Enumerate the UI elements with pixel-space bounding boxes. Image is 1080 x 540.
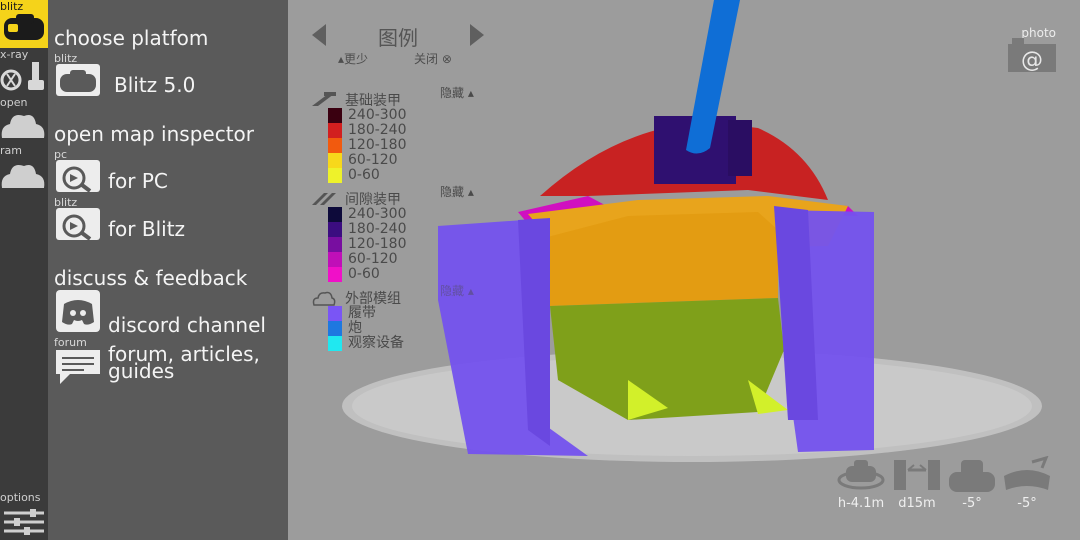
rail-label-blitz: blitz	[0, 0, 24, 13]
swatch-label: 60-120	[348, 152, 398, 168]
legend-group-external-modules: 外部模组 隐藏 ▴ 履带 炮 观察设备	[312, 284, 492, 351]
rail-item-ram[interactable]: ram	[0, 144, 48, 192]
forum-link[interactable]: forum forum, articles, guides	[54, 336, 284, 388]
cloud-icon	[312, 291, 336, 306]
swatch-label: 观察设备	[348, 335, 404, 351]
photo-button[interactable]: photo @	[1008, 26, 1056, 72]
height-value: h-4.1m	[837, 496, 885, 511]
distance-value: d15m	[898, 496, 936, 511]
discuss-feedback-heading: discuss & feedback	[54, 266, 248, 290]
tank-icon	[56, 64, 100, 96]
cloud-ram-icon	[1, 165, 45, 188]
height-control[interactable]: h-4.1m	[836, 456, 886, 514]
menu-panel: choose platfom blitz Blitz 5.0 open map …	[48, 0, 288, 540]
legend-group-base-armor: 基础装甲 隐藏 ▴ 240-300 180-240 120-180 60-120…	[312, 86, 492, 183]
rail-item-xray[interactable]: x-ray	[0, 48, 48, 96]
map-inspector-blitz-option[interactable]: blitz for Blitz	[54, 196, 284, 246]
choose-platform-heading: choose platfom	[54, 26, 209, 50]
swatch-color	[328, 237, 342, 252]
swatch-color	[328, 153, 342, 168]
icon-rail: blitz x-ray open ram options	[0, 0, 48, 540]
swatch-color	[328, 138, 342, 153]
swatch-label: 0-60	[348, 167, 380, 183]
legend-group-spaced-armor: 间隙装甲 隐藏 ▴ 240-300 180-240 120-180 60-120…	[312, 185, 492, 282]
hide-label: 隐藏	[440, 86, 465, 100]
swatch-color	[328, 222, 342, 237]
hide-label: 隐藏	[440, 284, 465, 298]
discord-icon	[56, 290, 100, 332]
swatch-label: 180-240	[348, 221, 407, 237]
swatch-color	[328, 336, 342, 351]
rail-label-options: options	[0, 491, 41, 504]
swatch-color	[328, 123, 342, 138]
hide-label: 隐藏	[440, 185, 465, 199]
swatch-color	[328, 321, 342, 336]
legend-prev-arrow[interactable]	[312, 24, 326, 46]
map-inspector-icon	[56, 208, 100, 241]
tank-icon	[4, 14, 44, 40]
forum-line2-label: guides	[108, 359, 175, 383]
swatch-label: 履带	[348, 305, 376, 321]
swatch-label: 240-300	[348, 206, 407, 222]
forum-icon	[56, 350, 100, 384]
swatch-color	[328, 207, 342, 222]
close-icon: ⊗	[441, 52, 452, 66]
swatch-label: 120-180	[348, 137, 407, 153]
blitz-version-label: Blitz 5.0	[114, 73, 196, 97]
swatch-label: 180-240	[348, 122, 407, 138]
spaced-armor-icon	[312, 193, 336, 205]
rail-label-xray: x-ray	[0, 48, 29, 61]
xray-icon	[0, 62, 44, 91]
rail-label-ram: ram	[0, 144, 22, 157]
svg-text:@: @	[1021, 48, 1043, 72]
rail-item-options[interactable]: options	[0, 488, 48, 540]
legend-less-label: 更少	[344, 52, 369, 66]
discord-channel-link[interactable]: discord channel	[54, 290, 284, 338]
rail-item-blitz[interactable]: blitz	[0, 0, 48, 48]
tilt-icon	[1004, 455, 1050, 490]
legend-close-button[interactable]: 关闭 ⊗	[414, 50, 452, 67]
legend-close-label: 关闭	[414, 52, 439, 66]
map-inspector-heading: open map inspector	[54, 122, 255, 146]
swatch-label: 120-180	[348, 236, 407, 252]
sliders-icon	[4, 509, 44, 535]
platform-blitz-option[interactable]: blitz Blitz 5.0	[54, 52, 284, 102]
swatch-label: 60-120	[348, 251, 398, 267]
rail-item-open[interactable]: open	[0, 96, 48, 144]
cloud-open-icon	[1, 115, 45, 138]
legend-header: 图例 ▴更少 关闭 ⊗	[308, 18, 488, 68]
swatch-color	[328, 267, 342, 282]
legend-hide-button[interactable]: 隐藏 ▴	[440, 84, 474, 101]
tank-viewer[interactable]: 图例 ▴更少 关闭 ⊗ 基础装甲 隐藏 ▴ 240-300 180-240 12…	[288, 0, 1080, 540]
distance-icon	[894, 460, 940, 490]
rotate-tank-icon	[837, 460, 885, 490]
distance-control[interactable]: d15m	[892, 456, 942, 514]
pitch-value: -5°	[962, 496, 982, 511]
swatch-color	[328, 108, 342, 123]
swatch-label: 240-300	[348, 107, 407, 123]
map-inspector-pc-option[interactable]: pc for PC	[54, 148, 284, 198]
discord-channel-label: discord channel	[108, 313, 266, 337]
legend-hide-button[interactable]: 隐藏 ▴	[440, 183, 474, 200]
legend-title: 图例	[378, 26, 418, 50]
swatch-label: 0-60	[348, 266, 380, 282]
legend-hide-button[interactable]: 隐藏 ▴	[440, 282, 474, 299]
map-inspector-icon	[56, 160, 100, 193]
tilt-value: -5°	[1017, 496, 1037, 511]
base-armor-icon	[312, 92, 336, 106]
tilt-control[interactable]: -5°	[1002, 455, 1052, 514]
swatch-color	[328, 306, 342, 321]
for-pc-label: for PC	[108, 169, 168, 193]
pitch-control[interactable]: -5°	[947, 456, 997, 514]
swatch-color	[328, 252, 342, 267]
for-blitz-label: for Blitz	[108, 217, 186, 241]
legend-less-button[interactable]: ▴更少	[338, 50, 368, 67]
tank-icon	[949, 460, 995, 492]
camera-icon: @	[1008, 38, 1056, 72]
swatch-color	[328, 168, 342, 183]
legend-next-arrow[interactable]	[470, 24, 484, 46]
swatch-label: 炮	[348, 320, 362, 336]
